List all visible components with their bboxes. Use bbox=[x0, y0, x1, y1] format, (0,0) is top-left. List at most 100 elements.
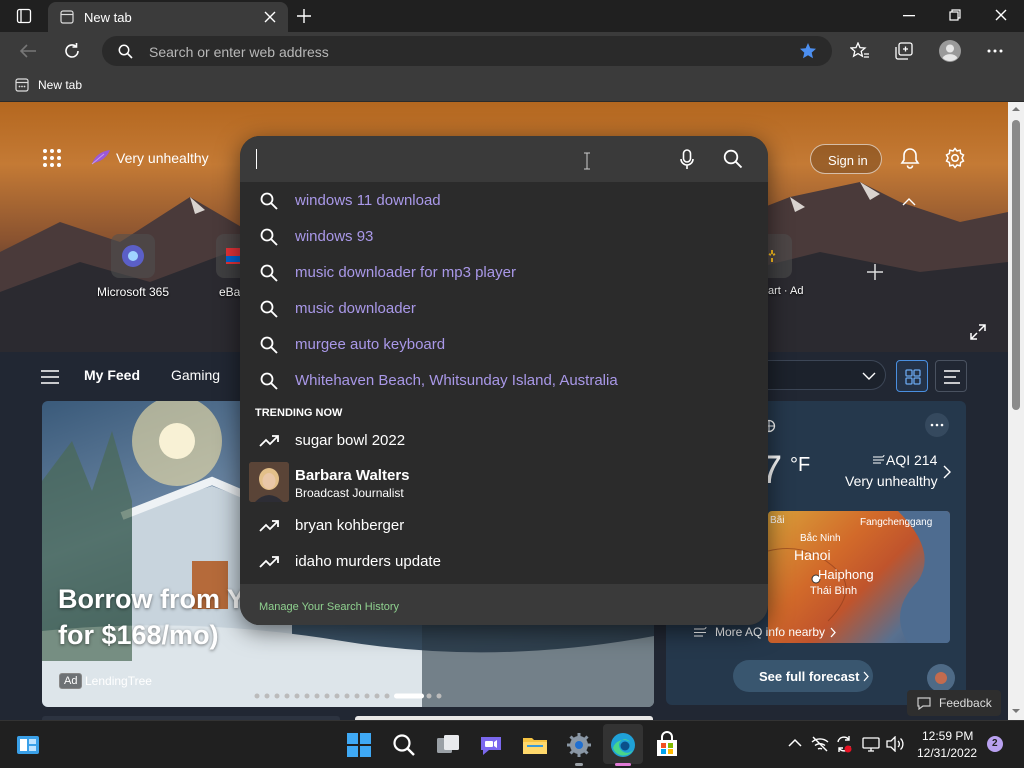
tab-gaming[interactable]: Gaming bbox=[171, 367, 220, 383]
new-tab-button[interactable] bbox=[296, 8, 312, 24]
quick-link-ebay[interactable] bbox=[216, 234, 240, 278]
chat-icon[interactable] bbox=[477, 731, 505, 759]
sign-in-label: Sign in bbox=[828, 153, 868, 168]
trending-text: bryan kohberger bbox=[295, 517, 405, 534]
collapse-chevron-icon[interactable] bbox=[902, 198, 916, 206]
sync-alert-icon[interactable] bbox=[835, 735, 853, 753]
address-placeholder: Search or enter web address bbox=[149, 44, 329, 60]
feedback-button[interactable]: Feedback bbox=[907, 690, 1001, 716]
widgets-icon[interactable] bbox=[14, 731, 42, 759]
aqi-wind-icon bbox=[873, 455, 885, 465]
taskbar: 12:59 PM 12/31/2022 2 bbox=[0, 720, 1024, 768]
suggestion-text: music downloader bbox=[295, 300, 416, 317]
settings-app-icon[interactable] bbox=[565, 731, 593, 759]
bell-icon[interactable] bbox=[900, 147, 920, 169]
search-suggestion[interactable]: music downloader bbox=[240, 290, 768, 326]
store-icon[interactable] bbox=[653, 731, 681, 759]
quick-link-microsoft-365[interactable] bbox=[111, 234, 155, 278]
air-quality-widget[interactable]: Very unhealthy bbox=[90, 147, 220, 169]
scroll-down-icon[interactable] bbox=[1012, 708, 1020, 714]
feedback-icon bbox=[917, 697, 931, 710]
person-photo bbox=[249, 462, 289, 502]
trending-item[interactable]: idaho murders update bbox=[240, 543, 768, 579]
feed-menu-icon[interactable] bbox=[41, 370, 59, 384]
grid-view-button[interactable] bbox=[896, 360, 928, 392]
feed-dropdown[interactable] bbox=[768, 360, 886, 390]
search-icon bbox=[260, 336, 278, 354]
tab-actions-icon[interactable] bbox=[16, 8, 32, 24]
favorite-new-tab-link[interactable]: New tab bbox=[38, 78, 82, 92]
volume-icon[interactable] bbox=[886, 736, 904, 752]
carousel-dots[interactable] bbox=[254, 693, 444, 699]
favorites-bar: New tab bbox=[0, 70, 1024, 102]
scroll-up-icon[interactable] bbox=[1012, 106, 1020, 112]
scrollbar-thumb[interactable] bbox=[1012, 120, 1020, 410]
aq-wind-icon bbox=[694, 627, 708, 638]
list-view-button[interactable] bbox=[935, 360, 967, 392]
apps-launcher-icon[interactable] bbox=[42, 148, 62, 168]
collections-icon[interactable] bbox=[895, 42, 913, 60]
file-explorer-icon[interactable] bbox=[521, 731, 549, 759]
tab-new-tab[interactable]: New tab bbox=[48, 2, 288, 32]
favorite-star-icon[interactable] bbox=[799, 42, 817, 60]
profile-avatar-icon[interactable] bbox=[939, 40, 961, 62]
quick-link-walmart-ad[interactable] bbox=[768, 234, 792, 278]
network-disconnected-icon[interactable] bbox=[811, 736, 829, 752]
refresh-icon[interactable] bbox=[63, 42, 81, 60]
search-suggestion[interactable]: murgee auto keyboard bbox=[240, 326, 768, 362]
search-suggestion[interactable]: windows 11 download bbox=[240, 182, 768, 218]
suggestion-text: windows 93 bbox=[295, 228, 374, 245]
tab-my-feed[interactable]: My Feed bbox=[84, 367, 140, 383]
hero-title-line1: Borrow from Y bbox=[58, 584, 246, 614]
trending-arrow-icon bbox=[259, 519, 279, 533]
trending-text: sugar bowl 2022 bbox=[295, 432, 406, 449]
map-label: Haiphong bbox=[818, 567, 874, 582]
more-menu-icon[interactable] bbox=[987, 49, 1003, 53]
aqi-value: AQI 214 bbox=[886, 452, 938, 468]
search-icon[interactable] bbox=[390, 731, 418, 759]
search-submit-icon[interactable] bbox=[723, 149, 743, 169]
clock-time[interactable]: 12:59 PM bbox=[922, 729, 973, 743]
display-network-icon[interactable] bbox=[862, 736, 880, 752]
trending-item[interactable]: sugar bowl 2022 bbox=[240, 422, 768, 458]
trending-header: TRENDING NOW bbox=[255, 407, 343, 419]
close-window-button[interactable] bbox=[995, 9, 1007, 21]
see-full-forecast-button[interactable]: See full forecast bbox=[733, 660, 873, 692]
notification-count: 2 bbox=[992, 738, 998, 749]
tray-overflow-icon[interactable] bbox=[788, 738, 802, 747]
back-arrow-icon[interactable] bbox=[19, 43, 37, 59]
search-icon bbox=[260, 228, 278, 246]
manage-history-link[interactable]: Manage Your Search History bbox=[259, 601, 399, 613]
aq-label: Very unhealthy bbox=[845, 473, 938, 489]
suggestion-text: windows 11 download bbox=[295, 192, 441, 209]
trending-arrow-icon bbox=[259, 434, 279, 448]
restore-button[interactable] bbox=[949, 9, 961, 21]
weather-more-button[interactable] bbox=[925, 413, 949, 437]
search-suggestion[interactable]: Whitehaven Beach, Whitsunday Island, Aus… bbox=[240, 362, 768, 398]
microphone-icon[interactable] bbox=[680, 149, 694, 171]
address-bar[interactable]: Search or enter web address bbox=[102, 36, 832, 66]
chevron-right-icon[interactable] bbox=[943, 465, 951, 479]
add-quick-link-icon[interactable] bbox=[866, 263, 884, 281]
search-suggestion[interactable]: windows 93 bbox=[240, 218, 768, 254]
search-icon bbox=[260, 192, 278, 210]
favorites-icon[interactable] bbox=[850, 42, 870, 60]
sign-in-button[interactable]: Sign in bbox=[810, 144, 882, 174]
suggestion-text: music downloader for mp3 player bbox=[295, 264, 516, 281]
trending-person[interactable]: Barbara Walters Broadcast Journalist bbox=[240, 461, 768, 503]
feedback-label: Feedback bbox=[939, 696, 992, 710]
start-windows-icon[interactable] bbox=[345, 731, 373, 759]
text-cursor bbox=[256, 149, 257, 169]
quick-link-label: Microsoft 365 bbox=[97, 285, 170, 299]
minimize-button[interactable] bbox=[903, 15, 915, 17]
notification-badge[interactable]: 2 bbox=[987, 736, 1003, 752]
trending-item[interactable]: bryan kohberger bbox=[240, 507, 768, 543]
search-input[interactable] bbox=[240, 136, 768, 182]
close-tab-icon[interactable] bbox=[264, 11, 276, 23]
task-view-icon[interactable] bbox=[434, 731, 462, 759]
edge-browser-icon[interactable] bbox=[609, 731, 637, 759]
search-suggestion[interactable]: music downloader for mp3 player bbox=[240, 254, 768, 290]
clock-date[interactable]: 12/31/2022 bbox=[917, 746, 977, 760]
expand-background-icon[interactable] bbox=[970, 324, 986, 340]
settings-gear-icon[interactable] bbox=[944, 147, 966, 169]
